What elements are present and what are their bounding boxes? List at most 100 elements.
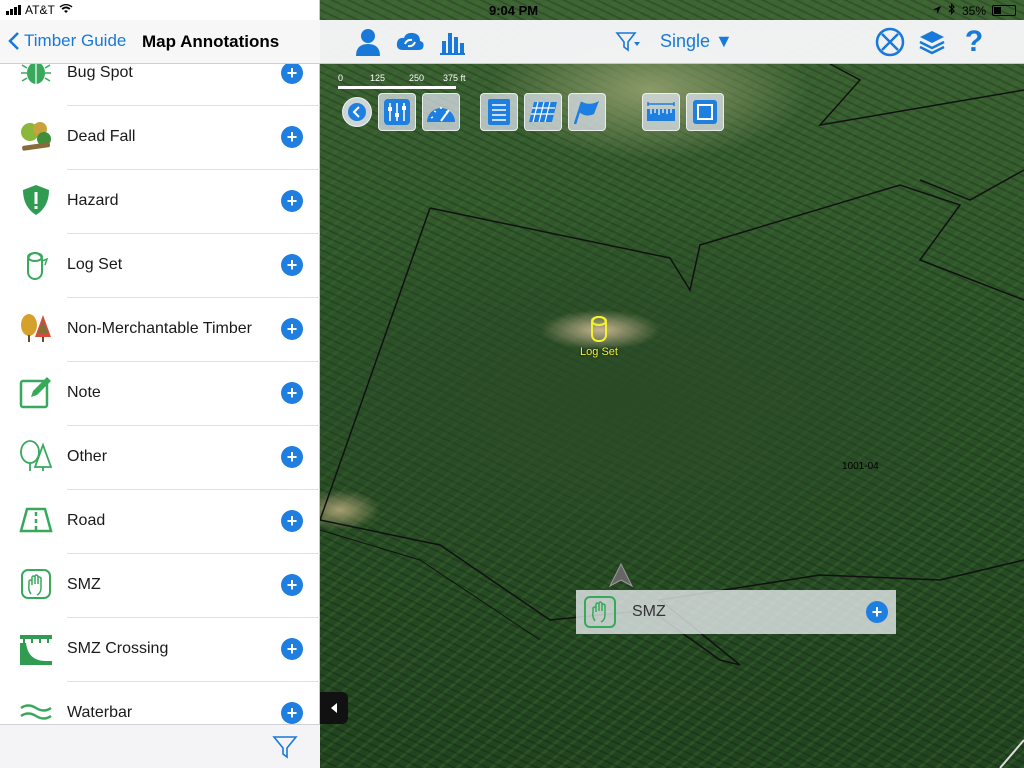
list-item-bug-spot[interactable]: Bug Spot + (0, 64, 320, 106)
hand-icon (584, 596, 616, 628)
list-item-smz-crossing[interactable]: SMZ Crossing + (0, 618, 320, 682)
signal-icon (6, 5, 21, 15)
list-item-label: Note (67, 384, 101, 401)
location-icon (932, 4, 942, 18)
compass-icon[interactable] (874, 26, 906, 58)
ruler-icon (647, 102, 675, 121)
smz-callout-label: SMZ (632, 603, 666, 620)
grid-plane-icon (529, 101, 557, 123)
list-item-dead-fall[interactable]: Dead Fall + (0, 106, 320, 170)
user-icon[interactable] (352, 26, 384, 58)
add-button[interactable]: + (281, 638, 303, 660)
list-item-label: SMZ Crossing (67, 640, 169, 657)
list-item-smz[interactable]: SMZ + (0, 554, 320, 618)
add-button[interactable]: + (281, 382, 303, 404)
list-view-button[interactable] (480, 93, 518, 131)
scale-tick-1: 125 (370, 73, 386, 83)
page-title: Map Annotations (142, 32, 280, 51)
selection-mode-dropdown[interactable]: Single ▼ (660, 31, 733, 52)
filter-icon[interactable] (272, 734, 298, 765)
road-icon (18, 502, 54, 538)
list-item-label: SMZ (67, 576, 101, 593)
carrier-info: AT&T (6, 3, 73, 17)
scale-tick-3: 375 ft (443, 73, 466, 83)
panel-header: Timber Guide Map Annotations (0, 20, 320, 64)
list-item-non-merchantable-timber[interactable]: Non-Merchantable Timber + (0, 298, 320, 362)
sync-icon[interactable] (394, 26, 426, 58)
filter-icon[interactable] (612, 26, 644, 58)
add-button[interactable]: + (281, 254, 303, 276)
water-icon (18, 694, 54, 724)
flag-icon (573, 101, 599, 125)
smz-callout[interactable]: SMZ + (576, 590, 896, 634)
location-arrow-icon (608, 562, 634, 593)
list-item-note[interactable]: Note + (0, 362, 320, 426)
bluetooth-icon (948, 3, 956, 18)
grid-area-button[interactable] (524, 93, 562, 131)
map-toolbar: Single ▼ ? (320, 20, 1024, 64)
list-item-label: Log Set (67, 256, 123, 273)
hazard-shield-icon (18, 182, 54, 218)
frame-button[interactable] (686, 93, 724, 131)
add-button[interactable]: + (281, 190, 303, 212)
smz-callout-add-button[interactable]: + (866, 601, 888, 623)
collapse-panel-button[interactable] (320, 692, 348, 724)
list-item-waterbar[interactable]: Waterbar + (0, 682, 320, 724)
trees-icon (18, 310, 54, 346)
add-button[interactable]: + (281, 446, 303, 468)
list-icon (488, 99, 510, 125)
battery-percent: 35% (961, 3, 986, 18)
log-set-marker[interactable]: Log Set (577, 313, 621, 358)
chevron-left-icon (8, 32, 19, 50)
list-item-label: Hazard (67, 192, 119, 209)
chevron-left-icon (348, 103, 366, 121)
scale-tick-0: 0 (338, 73, 344, 83)
add-button[interactable]: + (281, 318, 303, 340)
hand-icon (18, 566, 54, 602)
list-item-hazard[interactable]: Hazard + (0, 170, 320, 234)
scale-tick-2: 250 (409, 73, 425, 83)
list-item-label: Non-Merchantable Timber (67, 320, 252, 337)
annotation-list: Bug Spot + Dead Fall + Hazard + Log Set (0, 64, 320, 724)
status-right: 35% (932, 3, 1016, 18)
wifi-icon (59, 3, 73, 17)
log-icon (591, 316, 607, 342)
help-icon[interactable]: ? (958, 25, 990, 58)
bug-icon (18, 64, 54, 90)
add-button[interactable]: + (281, 702, 303, 724)
bridge-icon (18, 630, 54, 666)
speedometer-button[interactable] (422, 93, 460, 131)
triangle-left-icon (331, 703, 337, 713)
list-item-label: Dead Fall (67, 128, 136, 145)
back-label: Timber Guide (24, 31, 127, 50)
carrier-label: AT&T (25, 3, 55, 17)
other-trees-icon (18, 438, 54, 474)
clock: 9:04 PM (489, 3, 539, 18)
layers-icon[interactable] (916, 26, 948, 58)
map-back-button[interactable] (342, 97, 372, 127)
log-set-map-label: Log Set (580, 346, 618, 358)
add-button[interactable]: + (281, 574, 303, 596)
list-item-label: Waterbar (67, 704, 133, 721)
list-item-label: Road (67, 512, 106, 529)
scale-bar: 0 125 250 375 ft (338, 73, 466, 91)
list-item-label: Bug Spot (67, 64, 133, 81)
sliders-button[interactable] (378, 93, 416, 131)
list-item-other[interactable]: Other + (0, 426, 320, 490)
list-item-road[interactable]: Road + (0, 490, 320, 554)
log-icon (18, 246, 54, 282)
add-button[interactable]: + (281, 126, 303, 148)
sliders-icon (384, 99, 410, 125)
list-item-log-set[interactable]: Log Set + (0, 234, 320, 298)
list-item-label: Other (67, 448, 108, 465)
battery-icon (992, 5, 1016, 16)
measure-button[interactable] (642, 93, 680, 131)
status-bar: AT&T 9:04 PM 35% (0, 0, 1024, 20)
bar-chart-icon[interactable] (436, 26, 468, 58)
add-button[interactable]: + (281, 510, 303, 532)
back-button[interactable]: Timber Guide (8, 31, 126, 51)
flag-button[interactable] (568, 93, 606, 131)
dead-fall-icon (18, 118, 54, 154)
note-edit-icon (18, 374, 54, 410)
add-button[interactable]: + (281, 64, 303, 84)
